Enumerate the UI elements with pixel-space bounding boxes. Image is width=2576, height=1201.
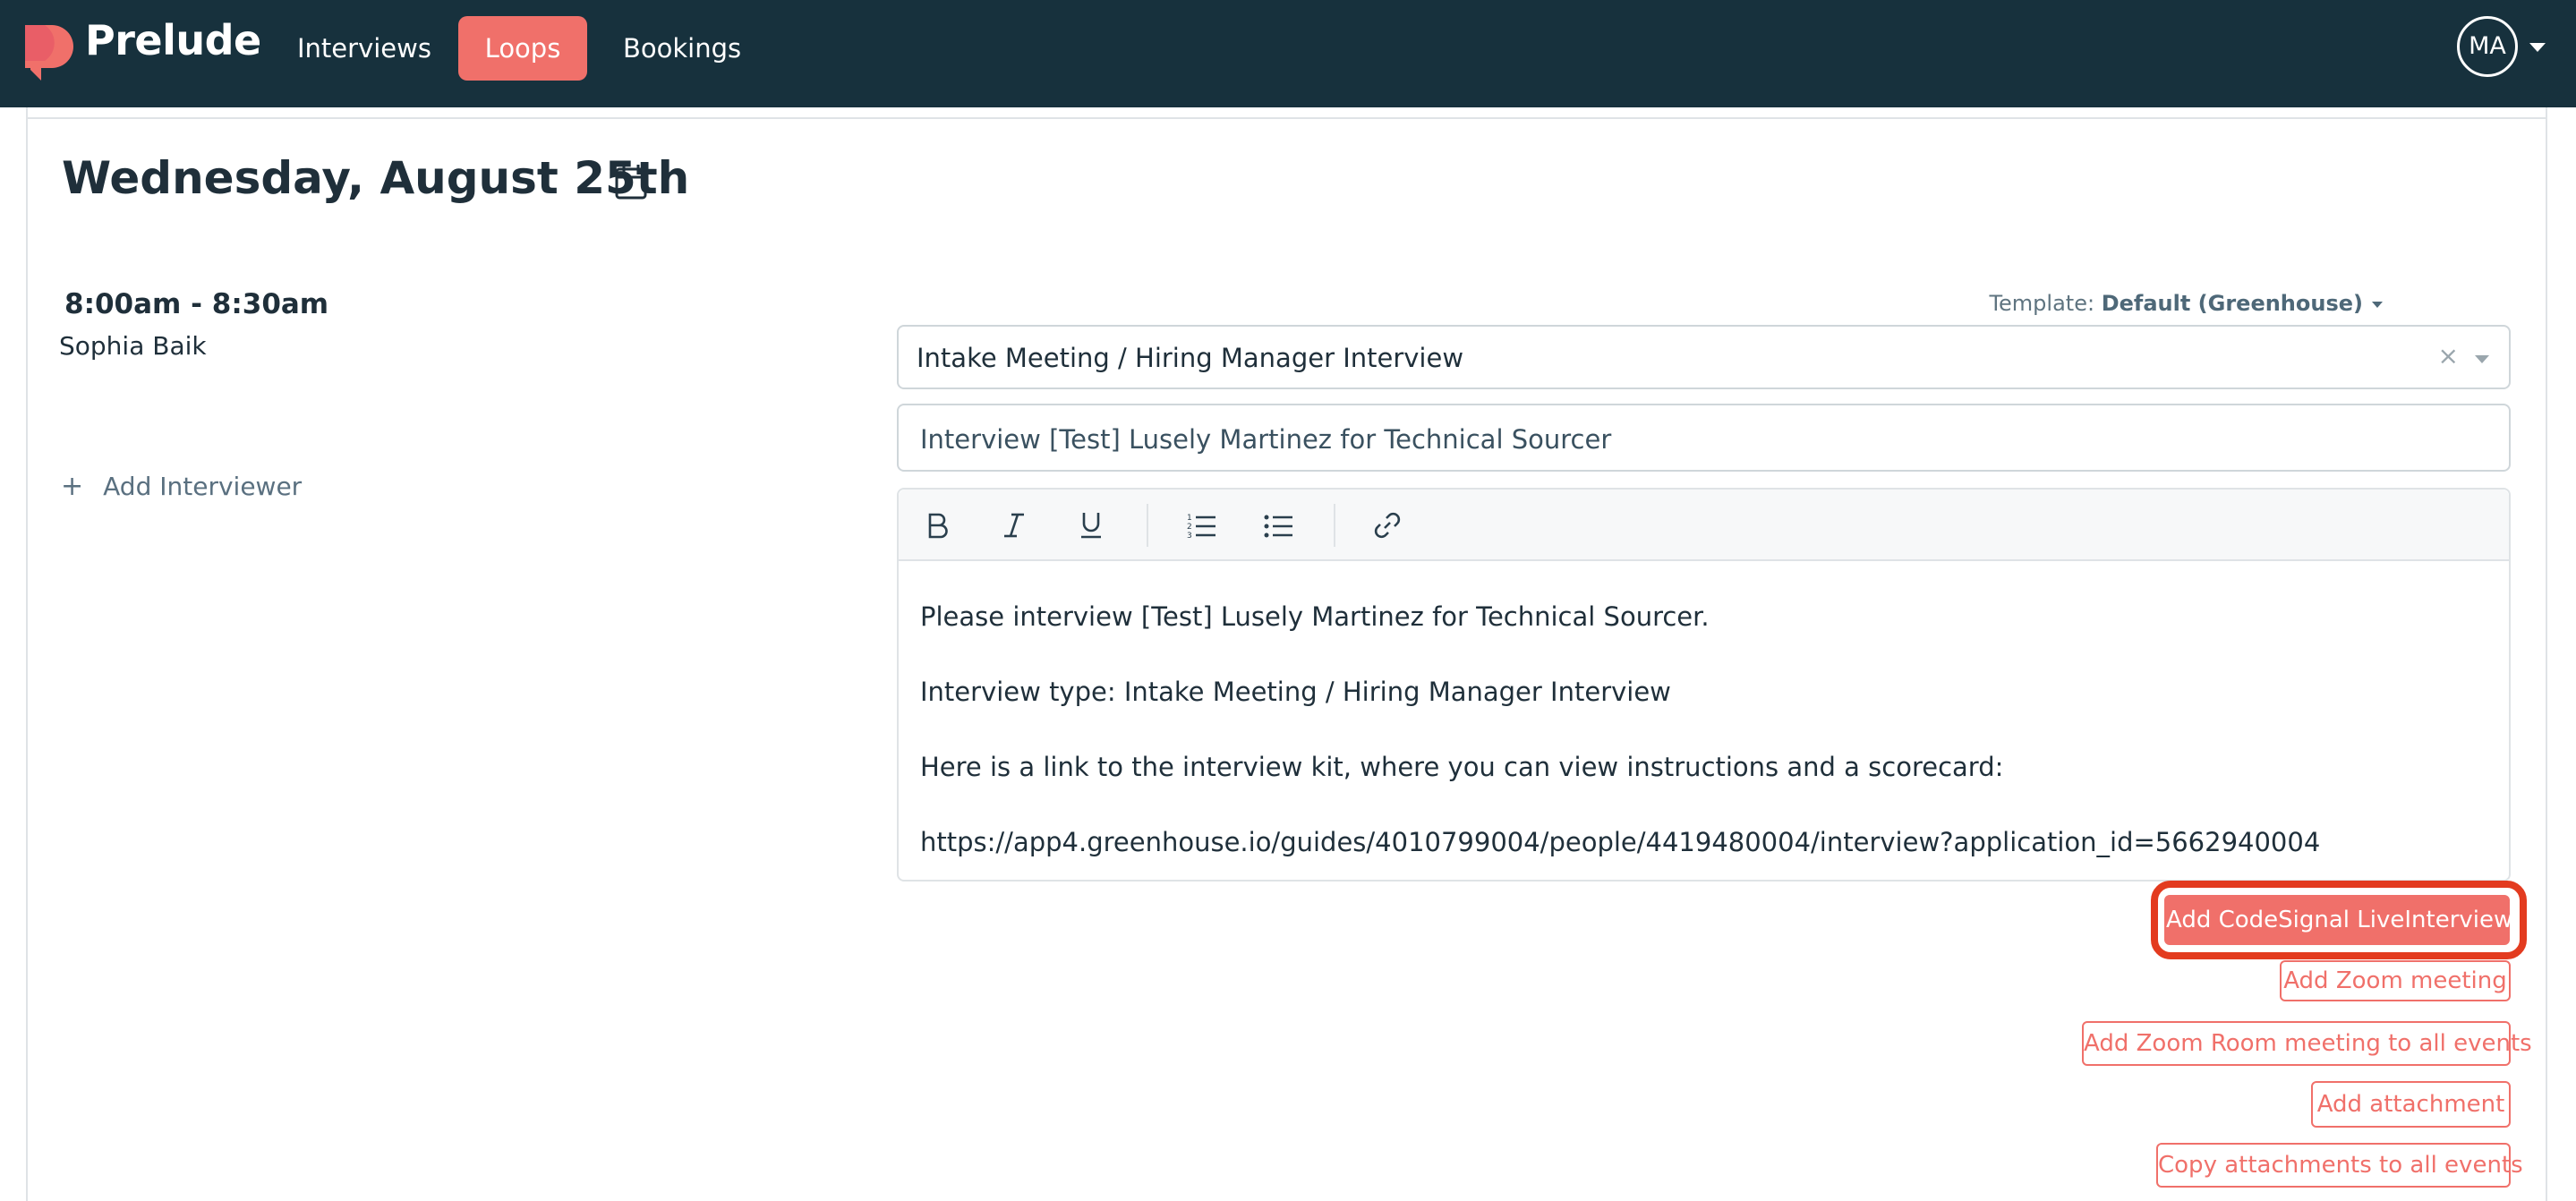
calendar-icon[interactable] [615,164,647,200]
editor-line: Here is a link to the interview kit, whe… [920,752,2004,782]
interview-type-value: Intake Meeting / Hiring Manager Intervie… [917,343,1464,373]
add-zoom-room-meeting-button[interactable]: Add Zoom Room meeting to all events [2082,1021,2532,1066]
event-title-input[interactable]: Interview [Test] Lusely Martinez for Tec… [897,404,2511,472]
event-title-value: Interview [Test] Lusely Martinez for Tec… [920,424,1612,455]
template-prefix: Template: [1989,291,2102,316]
ordered-list-icon[interactable]: 123 [1183,507,1219,543]
interview-kit-link[interactable]: https://app4.greenhouse.io/guides/401079… [920,805,2320,880]
add-zoom-meeting-button[interactable]: Add Zoom meeting [2280,960,2511,1001]
interview-type-select[interactable]: Intake Meeting / Hiring Manager Intervie… [897,325,2511,389]
nav-loops[interactable]: Loops [458,16,587,81]
svg-text:3: 3 [1187,532,1192,539]
add-interviewer-label: Add Interviewer [103,472,303,501]
editor-line: Please interview [Test] Lusely Martinez … [920,601,1710,632]
italic-icon[interactable] [996,507,1032,543]
add-attachment-button[interactable]: Add attachment [2311,1081,2511,1128]
chevron-down-icon[interactable] [2372,301,2383,308]
toolbar-divider [1147,504,1148,547]
svg-text:1: 1 [1187,514,1192,523]
top-nav-bar: Prelude Interviews Loops Bookings MA [0,0,2576,107]
plus-icon: + [61,471,84,502]
divider [26,117,2547,119]
chevron-down-icon[interactable] [2529,43,2546,52]
day-title: Wednesday, August 25th [62,152,690,204]
toolbar-divider [1334,504,1335,547]
prelude-logo-icon[interactable] [25,25,73,81]
svg-text:2: 2 [1187,523,1192,532]
user-avatar[interactable]: MA [2457,16,2518,77]
template-value[interactable]: Default (Greenhouse) [2102,291,2363,316]
description-editor[interactable]: 123 Please interview [Test] Lusely Marti… [897,488,2511,882]
copy-attachments-button[interactable]: Copy attachments to all events [2156,1143,2523,1188]
nav-bookings[interactable]: Bookings [607,16,757,81]
link-icon[interactable] [1369,507,1405,543]
add-codesignal-liveinterview-button[interactable]: Add CodeSignal LiveInterview [2164,895,2512,945]
slot-time: 8:00am - 8:30am [64,288,329,320]
editor-body[interactable]: Please interview [Test] Lusely Martinez … [920,579,2320,880]
interviewer-name: Sophia Baik [59,331,207,361]
clear-icon[interactable]: × [2438,341,2459,371]
bullet-list-icon[interactable] [1260,507,1296,543]
brand-name[interactable]: Prelude [85,16,261,64]
editor-line: Interview type: Intake Meeting / Hiring … [920,677,1671,707]
bold-icon[interactable] [920,507,956,543]
template-selector[interactable]: Template: Default (Greenhouse) [1989,291,2383,316]
chevron-down-icon[interactable] [2475,355,2489,363]
add-interviewer-link[interactable]: + Add Interviewer [61,471,302,502]
nav-interviews[interactable]: Interviews [281,16,448,81]
editor-toolbar: 123 [899,490,2509,561]
underline-icon[interactable] [1073,507,1109,543]
